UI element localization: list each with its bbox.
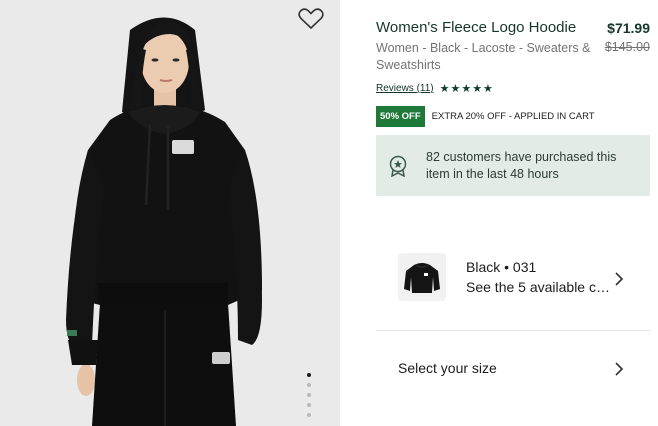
award-badge-icon — [389, 155, 407, 177]
size-label: Select your size — [398, 360, 497, 376]
hoodie-thumbnail-icon — [404, 263, 440, 293]
heart-icon[interactable] — [298, 8, 324, 30]
original-price: $145.00 — [604, 40, 650, 54]
model-illustration — [66, 17, 262, 426]
product-title: Women's Fleece Logo Hoodie — [376, 19, 577, 36]
pagination-dot-active[interactable] — [307, 373, 311, 377]
product-category: Women - Black - Lacoste - Sweaters & Swe… — [376, 41, 591, 72]
chevron-right-icon — [615, 362, 624, 376]
pagination-dot[interactable] — [307, 383, 311, 387]
reviews-link[interactable]: Reviews (11) — [376, 83, 434, 94]
current-price: $71.99 — [607, 20, 650, 36]
color-name: Black • 031 — [466, 259, 537, 275]
product-image[interactable] — [0, 0, 340, 426]
pagination-dot[interactable] — [307, 413, 311, 417]
gallery-pagination — [307, 373, 313, 423]
purchase-notice: 82 customers have purchased this item in… — [376, 135, 650, 196]
star-rating: ★★★★★ — [439, 83, 494, 95]
available-colors-link[interactable]: See the 5 available colors — [466, 279, 611, 295]
color-swatch-thumbnail — [398, 253, 446, 301]
color-selector[interactable]: Black • 031 See the 5 available colors — [376, 246, 650, 331]
pagination-dot[interactable] — [307, 403, 311, 407]
chevron-right-icon — [615, 272, 624, 286]
pagination-dot[interactable] — [307, 393, 311, 397]
size-selector[interactable]: Select your size — [376, 340, 650, 396]
promo-text: EXTRA 20% OFF - APPLIED IN CART — [431, 111, 595, 122]
promo-banner: 50% OFF EXTRA 20% OFF - APPLIED IN CART — [376, 106, 595, 127]
reviews-summary: Reviews (11) ★★★★★ — [376, 82, 494, 95]
discount-badge: 50% OFF — [376, 106, 425, 127]
purchase-notice-text: 82 customers have purchased this item in… — [426, 150, 617, 181]
